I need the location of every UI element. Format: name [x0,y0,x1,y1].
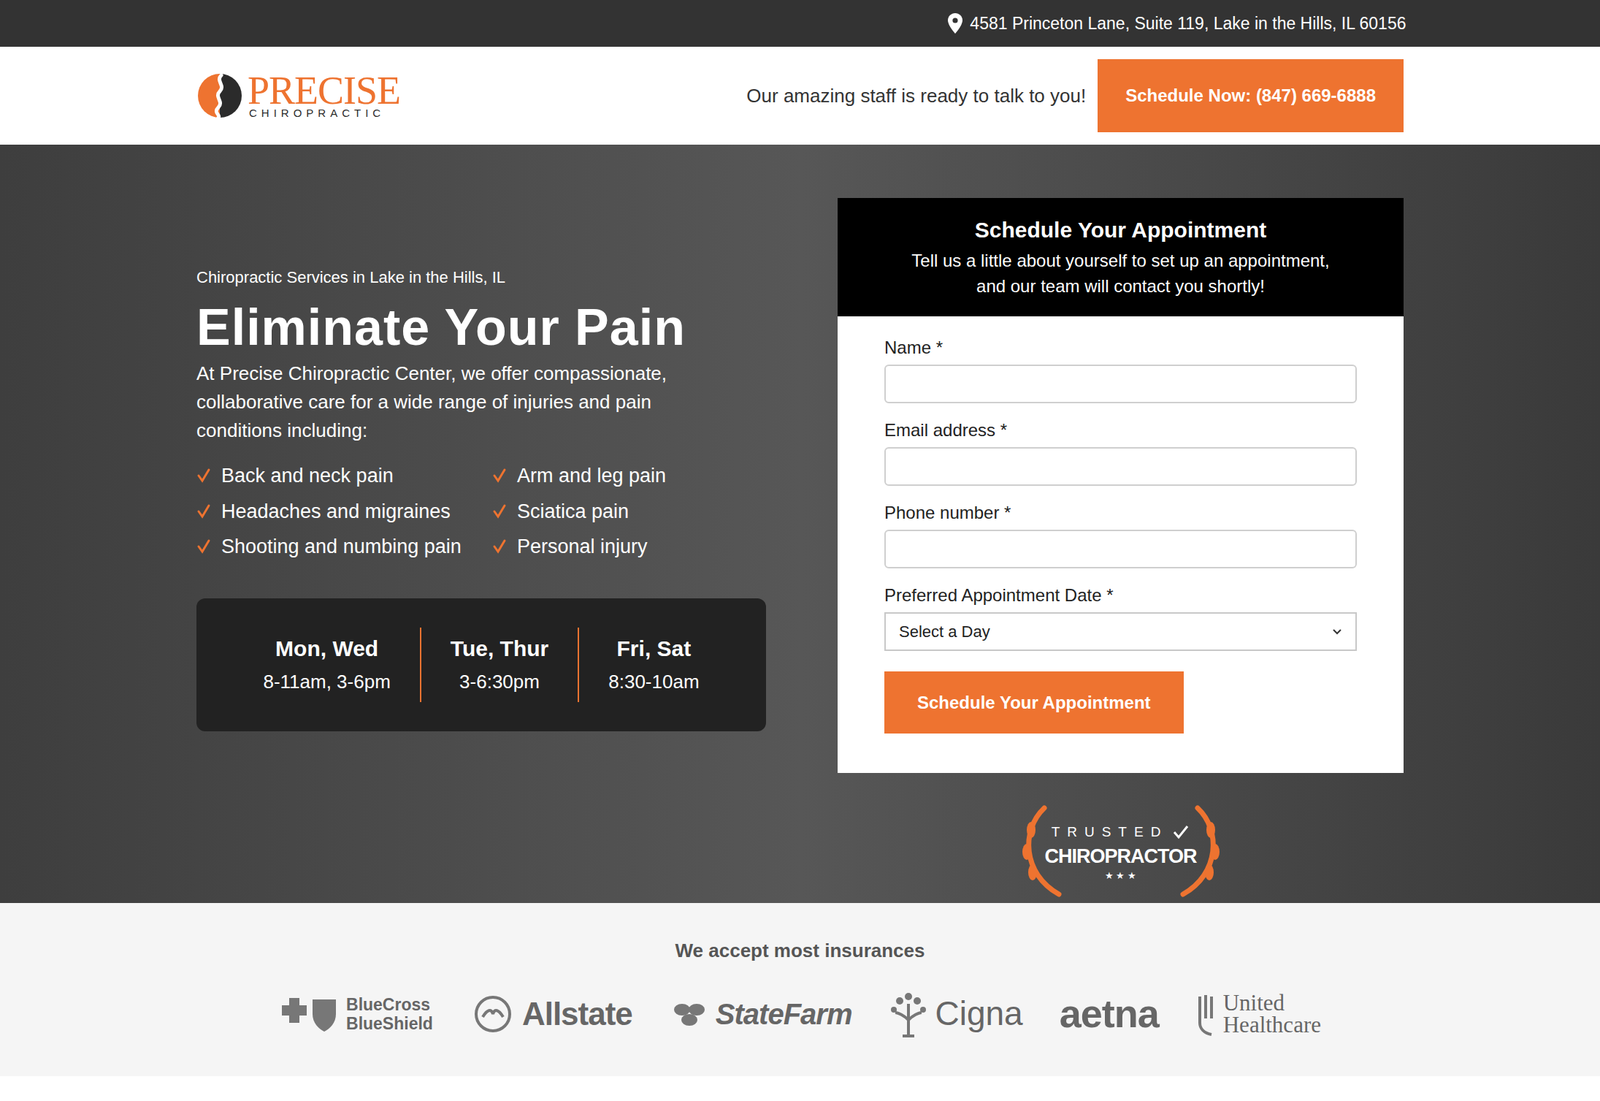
insurance-logos: BlueCrossBlueShield Allstate StateFarm Cign… [278,983,1322,1043]
logo[interactable]: PRECISECHIROPRACTIC [196,72,401,120]
date-select[interactable]: Select a Day [884,611,1357,651]
statefarm-logo-icon [668,998,710,1029]
condition-item: Arm and leg pain [492,460,774,491]
form-title: Schedule Your Appointment [974,215,1267,245]
hours-column: Mon, Wed8-11am, 3-6pm [233,627,420,702]
logo-subtitle: CHIROPRACTIC [247,107,401,119]
form-field: Phone number * [884,500,1357,569]
check-icon [492,467,507,484]
hero-photo: Chiropractic Services in Lake in the Hil… [0,144,1600,903]
field-label: Phone number * [884,500,1357,526]
bcbs-logo-icon [278,994,341,1033]
check-icon [1172,823,1190,840]
badge-stars: ★ ★ ★ [1104,869,1137,882]
trusted-badge: TRUSTEDCHIROPRACTOR★ ★ ★ [1015,800,1227,903]
text-input[interactable] [884,446,1357,486]
form-field: Preferred Appointment Date * Select a Day [884,582,1357,651]
badge-main: CHIROPRACTOR [1044,841,1197,870]
condition-item: Back and neck pain [196,460,493,491]
field-label: Preferred Appointment Date * [884,582,1357,608]
insurance-strip: We accept most insurances BlueCrossBlueSh… [0,902,1600,1076]
insurance-logo: Allstate [469,989,633,1038]
text-input[interactable] [884,364,1357,404]
insurance-title: We accept most insurances [675,936,926,965]
hours-box: Mon, Wed8-11am, 3-6pmTue, Thur3-6:30pmFr… [196,598,767,731]
check-icon [492,538,507,555]
header-message: Our amazing staff is ready to talk to yo… [746,81,1086,111]
form-header: Schedule Your AppointmentTell us a littl… [837,197,1404,317]
address-text: 4581 Princeton Lane, Suite 119, Lake in … [969,10,1406,37]
location-pin-icon [947,13,963,34]
cigna-logo-icon [887,990,929,1037]
insurance-logo: Cigna [887,988,1023,1039]
uhc-logo-icon [1195,991,1218,1036]
form-subtitle: Tell us a little about yourself to set u… [911,247,1330,274]
condition-item: Personal injury [492,531,774,562]
insurance-logo: UnitedHealthcare [1195,991,1322,1036]
form-field: Email address * [884,417,1357,486]
check-icon [196,467,212,484]
condition-item: Shooting and numbing pain [196,531,493,562]
submit-button[interactable]: Schedule Your Appointment [884,671,1184,734]
hours-column: Tue, Thur3-6:30pm [419,627,578,702]
text-input[interactable] [884,529,1357,569]
hero-intro: At Precise Chiropractic Center, we offer… [196,359,723,445]
check-icon [492,503,507,520]
condition-item: Sciatica pain [492,496,774,527]
form-field: Name * [884,335,1357,404]
field-label: Name * [884,335,1357,361]
top-bar: 4581 Princeton Lane, Suite 119, Lake in … [0,0,1600,47]
field-label: Email address * [884,417,1357,443]
hero-title: Eliminate Your Pain [196,296,774,358]
conditions-list: Back and neck painArm and leg pain Headac… [196,460,774,562]
hero-eyebrow: Chiropractic Services in Lake in the Hil… [196,265,774,290]
insurance-logo: BlueCrossBlueShield [278,994,434,1033]
appointment-form: Schedule Your AppointmentTell us a littl… [837,197,1404,773]
check-icon [196,538,212,555]
condition-item: Headaches and migraines [196,496,493,527]
chevron-down-icon [1331,628,1343,636]
logo-name: PRECISE [247,73,401,108]
allstate-logo-icon [469,994,517,1033]
form-subtitle: and our team will contact you shortly! [976,273,1265,299]
insurance-logo: StateFarm [668,991,853,1036]
badge-top: TRUSTED [1051,821,1169,843]
schedule-now-button[interactable]: Schedule Now: (847) 669-6888 [1097,59,1404,133]
hours-column: Fri, Sat8:30-10am [577,627,729,702]
header: PRECISECHIROPRACTIC Our amazing staff is … [0,46,1600,145]
check-icon [196,503,212,520]
insurance-logo: aetna [1059,983,1159,1043]
spine-logo-icon [196,72,244,120]
